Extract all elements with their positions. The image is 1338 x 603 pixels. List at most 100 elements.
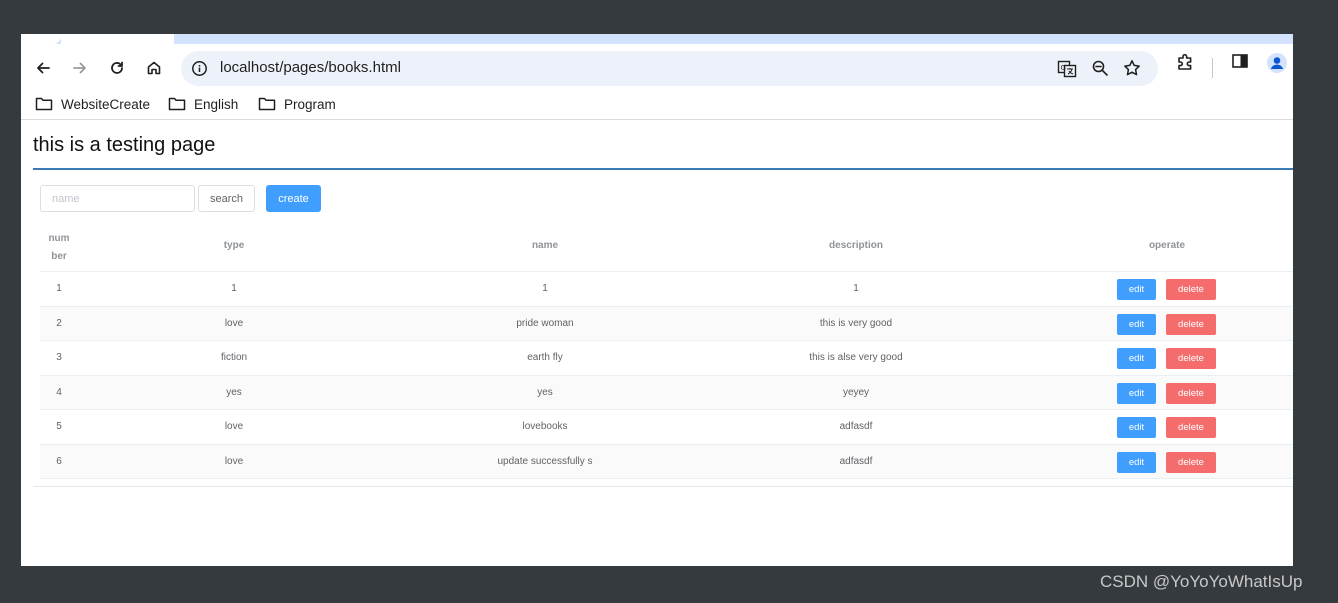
cell-number: 3 — [56, 352, 62, 363]
browser-window: localhost/pages/books.html G WebsiteCrea… — [21, 34, 1293, 566]
forward-arrow-icon — [73, 62, 86, 74]
cell-description: yeyey — [842, 386, 870, 398]
back-arrow-icon — [37, 62, 50, 74]
edit-button[interactable]: edit — [1117, 313, 1156, 335]
home-icon — [147, 61, 161, 75]
table-row: 5 love lovebooks adfasdf edit delete — [40, 410, 1293, 445]
cell-type: love — [224, 317, 244, 329]
column-header-type: type — [223, 240, 245, 251]
delete-button[interactable]: delete — [1166, 279, 1216, 300]
cell-number: 6 — [56, 455, 62, 467]
folder-icon — [35, 97, 53, 111]
cell-type: love — [224, 421, 244, 432]
column-header-name: name — [531, 240, 559, 251]
cell-number: 2 — [56, 317, 62, 329]
folder-icon — [168, 97, 186, 111]
cell-name: update successfully s — [497, 455, 593, 467]
tab-gap — [61, 34, 174, 44]
cell-type: 1 — [231, 283, 237, 294]
cell-type: love — [224, 455, 244, 467]
bookmark-label: WebsiteCreate — [61, 96, 151, 112]
table-row: 4 yes yes yeyey edit delete — [40, 375, 1293, 410]
table-header: num ber type name description operate — [40, 220, 1293, 272]
url-host: localhost — [220, 59, 280, 76]
cell-name: yes — [537, 386, 553, 398]
table-bottom-border — [33, 486, 1293, 487]
toolbar-divider — [1212, 58, 1213, 78]
column-header-number: num ber — [40, 230, 78, 266]
bookmark-label: Program — [284, 96, 336, 112]
svg-text:G: G — [1061, 64, 1066, 72]
profile-icon — [1267, 53, 1287, 73]
browser-toolbar: localhost/pages/books.html G — [21, 44, 1293, 92]
table-row: 6 love update successfully s adfasdf edi… — [40, 444, 1293, 479]
edit-button[interactable]: edit — [1117, 279, 1156, 300]
tab-strip — [21, 34, 1293, 44]
search-button[interactable]: search — [198, 185, 255, 212]
zoom-button[interactable] — [1091, 59, 1109, 82]
delete-button[interactable]: delete — [1166, 451, 1216, 473]
cell-name: 1 — [542, 283, 548, 294]
edit-button[interactable]: edit — [1117, 451, 1156, 473]
edit-button[interactable]: edit — [1117, 417, 1156, 438]
create-button[interactable]: create — [266, 185, 321, 212]
extensions-icon — [1178, 53, 1192, 70]
column-header-operate: operate — [1148, 240, 1186, 251]
back-button[interactable] — [27, 52, 59, 84]
search-input[interactable] — [40, 185, 195, 212]
profile-button[interactable] — [1266, 52, 1288, 79]
folder-icon — [258, 97, 276, 111]
tab-stub[interactable] — [21, 34, 61, 44]
table-row: 1 1 1 1 edit delete — [40, 272, 1293, 307]
bookmark-star-button[interactable] — [1123, 59, 1141, 82]
cell-name: pride woman — [516, 317, 574, 329]
delete-button[interactable]: delete — [1166, 313, 1216, 335]
url-path: /pages/books.html — [279, 59, 401, 76]
bookmark-websitecreate[interactable]: WebsiteCreate — [35, 96, 150, 112]
table-row: 2 love pride woman this is very good edi… — [40, 306, 1293, 341]
cell-name: earth fly — [527, 352, 563, 363]
delete-button[interactable]: delete — [1166, 417, 1216, 438]
url-text[interactable]: localhost/pages/books.html — [220, 59, 401, 76]
table-row: 3 fiction earth fly this is alse very go… — [40, 341, 1293, 376]
number-header-line2: ber — [51, 251, 67, 262]
star-icon — [1124, 60, 1140, 76]
page-title: this is a testing page — [33, 134, 216, 156]
cell-description: adfasdf — [839, 421, 873, 432]
bookmark-program[interactable]: Program — [258, 96, 336, 112]
extensions-button[interactable] — [1176, 52, 1196, 77]
cell-description: 1 — [853, 283, 859, 294]
cell-number: 1 — [56, 283, 62, 294]
delete-button[interactable]: delete — [1166, 348, 1216, 369]
cell-name: lovebooks — [522, 421, 568, 432]
number-header-line1: num — [48, 233, 70, 244]
reload-button[interactable] — [101, 52, 133, 84]
cell-type: yes — [226, 386, 242, 398]
forward-button[interactable] — [64, 52, 96, 84]
cell-description: this is alse very good — [809, 352, 903, 363]
address-bar[interactable]: localhost/pages/books.html G — [181, 51, 1158, 86]
translate-icon: G — [1057, 60, 1077, 78]
cell-description: adfasdf — [839, 455, 873, 467]
translate-button[interactable]: G — [1057, 59, 1077, 84]
reload-icon — [111, 61, 123, 74]
cell-description: this is very good — [819, 317, 893, 329]
cell-type: fiction — [220, 352, 248, 363]
info-icon — [192, 61, 207, 76]
zoom-out-icon — [1092, 60, 1108, 76]
side-panel-button[interactable] — [1231, 52, 1249, 75]
bookmark-english[interactable]: English — [168, 96, 238, 112]
cell-number: 4 — [56, 386, 62, 398]
cell-number: 5 — [56, 421, 62, 432]
bookmark-label: English — [194, 96, 239, 112]
column-header-description: description — [829, 240, 883, 251]
home-button[interactable] — [138, 52, 170, 84]
books-table: num ber type name description operate 1 … — [40, 220, 1293, 479]
site-info-button[interactable] — [191, 60, 208, 82]
edit-button[interactable]: edit — [1117, 348, 1156, 369]
delete-button[interactable]: delete — [1166, 382, 1216, 404]
bookmarks-bar: WebsiteCreate English Program — [21, 92, 1293, 120]
title-divider — [33, 168, 1293, 170]
side-panel-icon — [1232, 54, 1248, 68]
edit-button[interactable]: edit — [1117, 382, 1156, 404]
